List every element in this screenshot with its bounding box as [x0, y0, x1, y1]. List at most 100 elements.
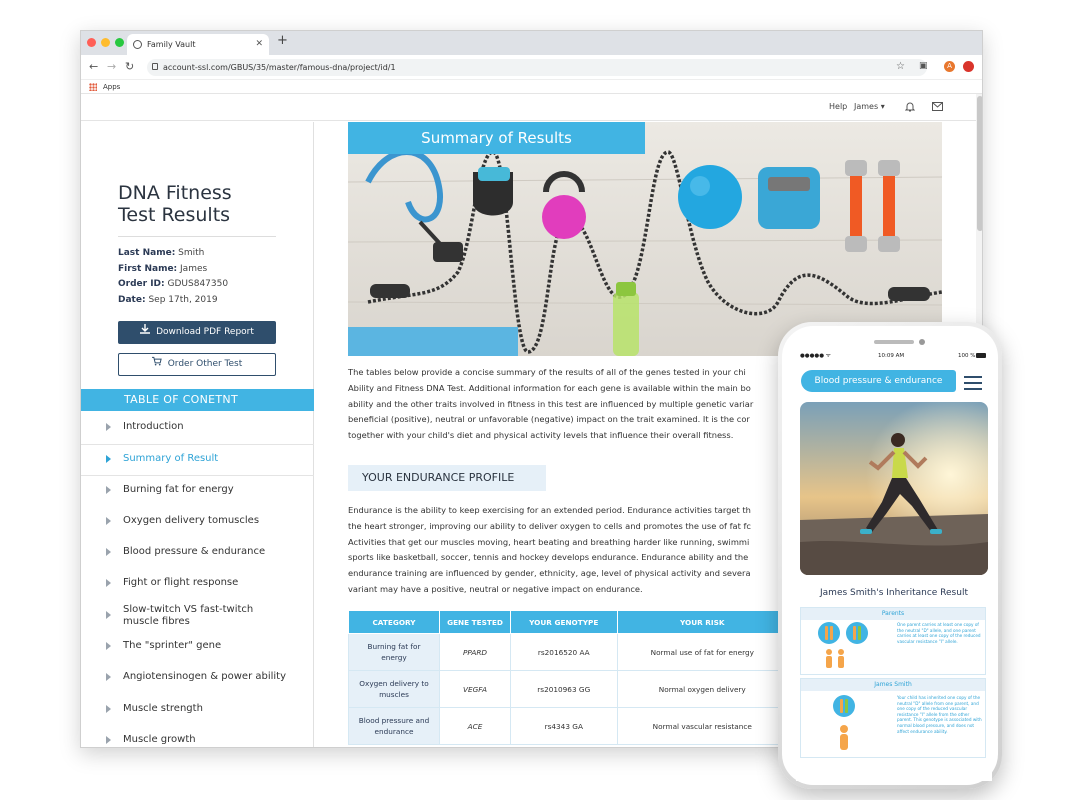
- toc-item-fight-or-flight[interactable]: Fight or flight response: [81, 569, 314, 600]
- tab-bar: Family Vault ✕ +: [81, 31, 982, 55]
- scrollbar-thumb[interactable]: [977, 96, 982, 231]
- status-bar: ●●●●● ᯤ 10:09 AM 100 %: [796, 350, 992, 362]
- profile-icon[interactable]: A: [944, 61, 955, 72]
- apps-grid-icon: [89, 83, 97, 91]
- browser-tab[interactable]: Family Vault ✕: [127, 34, 269, 55]
- toc-item-label: Angiotensinogen & power ability: [123, 671, 287, 683]
- url-input[interactable]: account-ssl.com/GBUS/35/master/famous-dn…: [147, 59, 927, 76]
- close-window-button[interactable]: [87, 38, 96, 47]
- endurance-line: Endurance is the ability to keep exercis…: [348, 505, 751, 515]
- child-label: James Smith: [801, 679, 985, 691]
- fitness-equipment-image: [348, 122, 942, 356]
- battery-level: 100 %: [958, 353, 976, 359]
- toc-item-oxygen-delivery[interactable]: Oxygen delivery tomuscles: [81, 507, 314, 538]
- table-row: Blood pressure and endurance ACE rs4343 G…: [348, 707, 789, 745]
- minimize-window-button[interactable]: [101, 38, 110, 47]
- mail-icon[interactable]: [932, 102, 943, 111]
- genotype-cell: rs2010963 GG: [510, 670, 618, 708]
- first-name-label: First Name:: [118, 263, 178, 274]
- toc-item-blood-pressure[interactable]: Blood pressure & endurance: [81, 538, 314, 569]
- download-pdf-button[interactable]: Download PDF Report: [118, 321, 276, 344]
- table-row: Burning fat for energy PPARD rs2016520 AA…: [348, 633, 789, 671]
- last-name-value: Smith: [178, 248, 205, 258]
- reload-icon[interactable]: ↻: [125, 60, 134, 73]
- url-text: account-ssl.com/GBUS/35/master/famous-dn…: [163, 63, 396, 72]
- intro-line: The tables below provide a concise summa…: [348, 367, 746, 377]
- sidebar: DNA Fitness Test Results Last Name: Smit…: [81, 122, 314, 747]
- toc-item-muscle-fibres[interactable]: Slow-twitch VS fast-twitch muscle fibres: [81, 601, 314, 632]
- runner-photo: [800, 402, 988, 575]
- app-header: Help James ▾: [81, 94, 976, 121]
- gene-cell: ACE: [439, 707, 511, 745]
- chevron-right-icon: [106, 735, 111, 744]
- column-header: YOUR RISK: [616, 610, 789, 634]
- endurance-line: endurance training are influenced by gen…: [348, 568, 751, 579]
- back-icon[interactable]: ←: [89, 60, 98, 73]
- forward-icon[interactable]: →: [107, 60, 116, 73]
- toc-item-summary[interactable]: Summary of Result: [81, 444, 314, 476]
- phone-mockup: ●●●●● ᯤ 10:09 AM 100 % Blood pressure & …: [778, 322, 1002, 789]
- endurance-profile-heading: YOUR ENDURANCE PROFILE: [348, 465, 546, 491]
- window-controls: [87, 38, 124, 47]
- camera-icon[interactable]: ▣: [919, 61, 928, 71]
- toc-item-label-line2: muscle fibres: [123, 615, 190, 627]
- inheritance-result-title: James Smith's Inheritance Result: [820, 588, 968, 598]
- toc-item-sprinter-gene[interactable]: The "sprinter" gene: [81, 632, 314, 663]
- endurance-line: Activities that get our muscles moving, …: [348, 536, 750, 547]
- toc-item-label: Muscle growth: [123, 733, 196, 745]
- bell-icon[interactable]: [905, 101, 915, 112]
- chevron-right-icon: [106, 485, 111, 494]
- phone-bezel: ●●●●● ᯤ 10:09 AM 100 % Blood pressure & …: [782, 326, 998, 785]
- order-details: Last Name: Smith First Name: James Order…: [118, 246, 228, 308]
- column-header: CATEGORY: [348, 610, 440, 634]
- category-line1: Burning fat for: [367, 642, 421, 651]
- section-banner: Summary of Results: [348, 122, 645, 154]
- gene-cell: PPARD: [439, 633, 511, 671]
- menu-icon[interactable]: [964, 376, 982, 394]
- chevron-right-icon: [106, 704, 111, 713]
- gene-cell: VEGFA: [439, 670, 511, 708]
- divider: [118, 236, 276, 237]
- toc-title: TABLE OF CONETNT: [81, 389, 314, 411]
- close-icon[interactable]: ✕: [255, 34, 263, 55]
- chevron-right-icon: [106, 455, 111, 464]
- category-cell: Oxygen delivery to muscles: [348, 670, 440, 708]
- parents-description: One parent carries at least one copy of …: [897, 622, 981, 644]
- user-menu[interactable]: James ▾: [854, 102, 885, 111]
- maximize-window-button[interactable]: [115, 38, 124, 47]
- toc-item-burning-fat[interactable]: Burning fat for energy: [81, 476, 314, 507]
- toc-item-label: Oxygen delivery tomuscles: [123, 514, 260, 526]
- toc-item-angiotensinogen[interactable]: Angiotensinogen & power ability: [81, 663, 314, 694]
- new-tab-button[interactable]: +: [277, 33, 288, 48]
- help-link[interactable]: Help: [829, 102, 847, 111]
- order-id-value: GDUS847350: [167, 279, 229, 289]
- download-pdf-label: Download PDF Report: [156, 327, 254, 337]
- category-cell: Burning fat for energy: [348, 633, 440, 671]
- page-title: DNA Fitness Test Results: [118, 182, 232, 226]
- intro-line: beneficial (positive), neutral or unfavo…: [348, 414, 750, 425]
- toc-item-introduction[interactable]: Introduction: [81, 413, 314, 444]
- apps-bookmark[interactable]: Apps: [103, 83, 120, 91]
- page-title-line1: DNA Fitness: [118, 182, 232, 204]
- chevron-right-icon: [106, 642, 111, 651]
- endurance-line: sports like basketball, soccer, tennis a…: [348, 552, 749, 563]
- toc-item-label: Muscle strength: [123, 702, 203, 714]
- column-header: GENE TESTED: [439, 610, 511, 634]
- toc-item-muscle-strength[interactable]: Muscle strength: [81, 695, 314, 726]
- toc-item-muscle-growth[interactable]: Muscle growth: [81, 726, 314, 747]
- order-id-label: Order ID:: [118, 279, 165, 289]
- cart-icon: [151, 356, 162, 366]
- intro-paragraph: The tables below provide a concise summa…: [348, 365, 778, 444]
- order-other-test-button[interactable]: Order Other Test: [118, 353, 276, 376]
- star-icon[interactable]: ☆: [896, 61, 905, 72]
- extension-icon[interactable]: [963, 61, 974, 72]
- last-name-label: Last Name:: [118, 248, 176, 258]
- chevron-right-icon: [106, 673, 111, 682]
- child-gene-icon: [833, 695, 855, 750]
- phone-camera: [919, 339, 925, 345]
- phone-section-header: Blood pressure & endurance: [801, 370, 956, 392]
- endurance-line: the heart stronger, improving our abilit…: [348, 520, 751, 531]
- tab-title: Family Vault: [147, 40, 196, 49]
- toc-item-label: Fight or flight response: [123, 577, 239, 589]
- chevron-right-icon: [106, 423, 111, 431]
